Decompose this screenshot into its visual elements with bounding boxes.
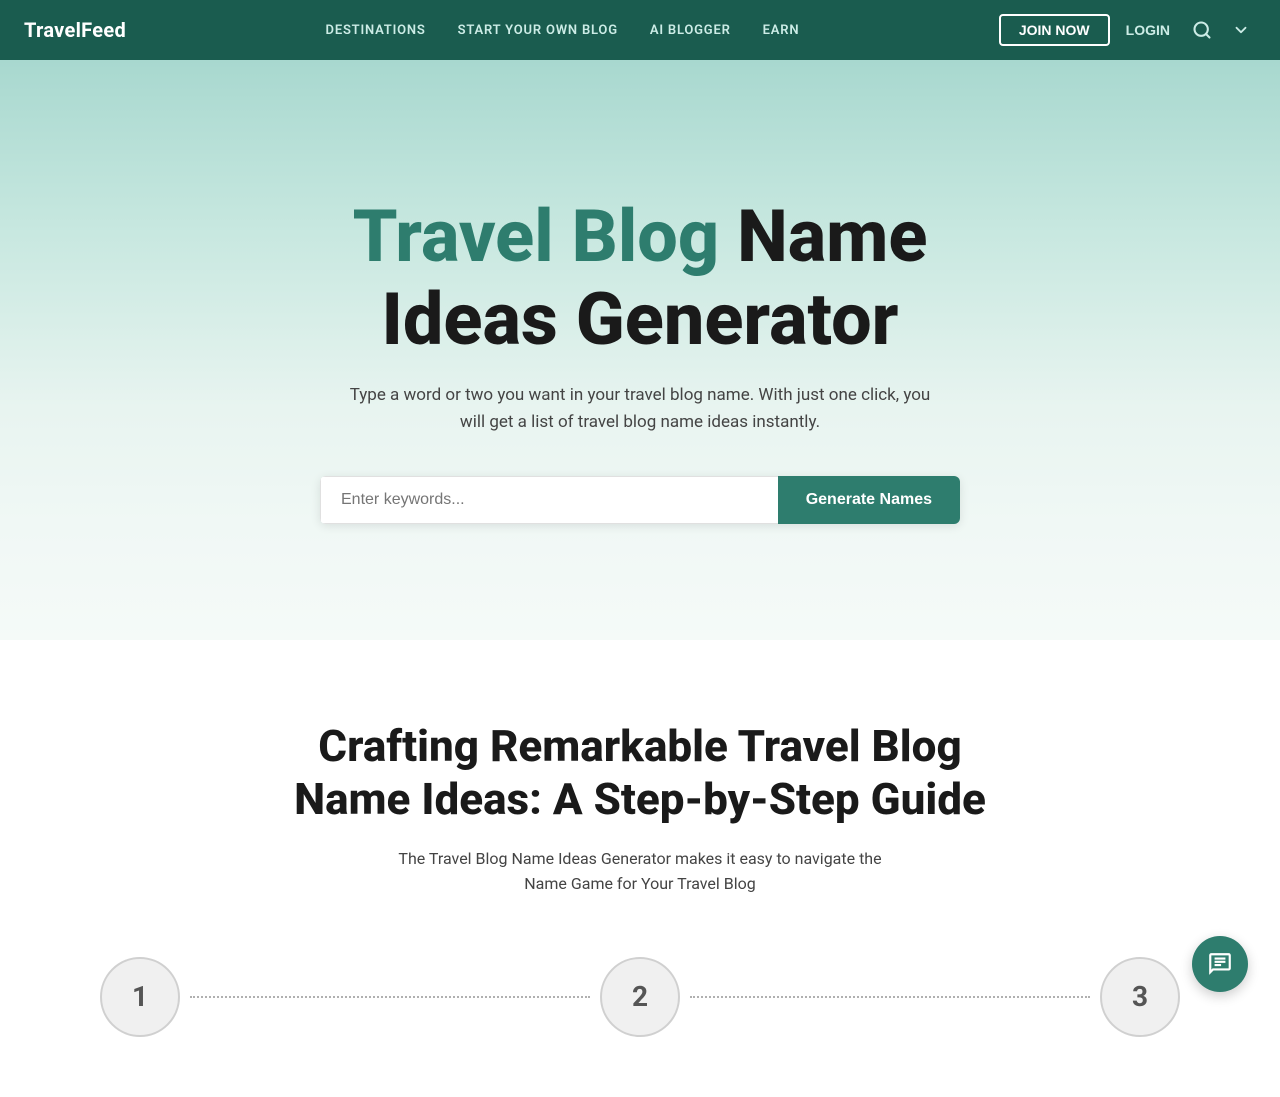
content-section: Crafting Remarkable Travel BlogName Idea… — [0, 640, 1280, 1097]
section-title: Crafting Remarkable Travel BlogName Idea… — [290, 720, 990, 826]
chevron-down-icon — [1232, 21, 1250, 39]
search-container: Generate Names — [320, 476, 960, 524]
step-connector-2 — [690, 996, 1090, 998]
step-connector-1 — [190, 996, 590, 998]
join-now-button[interactable]: JOIN NOW — [999, 14, 1110, 46]
hero-subtitle: Type a word or two you want in your trav… — [340, 382, 940, 436]
hero-title: Travel Blog NameIdeas Generator — [353, 196, 928, 362]
step-3-circle: 3 — [1100, 957, 1180, 1037]
nav-start-blog[interactable]: START YOUR OWN BLOG — [458, 23, 618, 38]
nav-earn[interactable]: EARN — [763, 23, 800, 38]
step-1-number: 1 — [132, 980, 148, 1013]
nav-links: DESTINATIONS START YOUR OWN BLOG AI BLOG… — [326, 23, 800, 38]
navbar: TravelFeed DESTINATIONS START YOUR OWN B… — [0, 0, 1280, 60]
search-input[interactable] — [320, 476, 778, 524]
nav-ai-blogger[interactable]: AI BLOGGER — [650, 23, 731, 38]
search-icon — [1192, 20, 1212, 40]
chat-icon — [1207, 951, 1233, 977]
section-subtitle: The Travel Blog Name Ideas Generator mak… — [340, 846, 940, 897]
step-2-number: 2 — [632, 980, 648, 1013]
steps-row: 1 2 3 — [40, 957, 1240, 1037]
search-button[interactable] — [1186, 14, 1218, 46]
hero-section: Travel Blog NameIdeas Generator Type a w… — [0, 60, 1280, 640]
dropdown-button[interactable] — [1226, 15, 1256, 45]
brand-logo[interactable]: TravelFeed — [24, 18, 126, 42]
step-1-circle: 1 — [100, 957, 180, 1037]
chat-widget[interactable] — [1192, 936, 1248, 992]
login-button[interactable]: LOGIN — [1118, 16, 1178, 44]
navbar-actions: JOIN NOW LOGIN — [999, 14, 1256, 46]
hero-title-teal: Travel Blog — [353, 194, 720, 279]
generate-button[interactable]: Generate Names — [778, 476, 960, 524]
step-2-circle: 2 — [600, 957, 680, 1037]
step-3-number: 3 — [1132, 980, 1148, 1013]
nav-destinations[interactable]: DESTINATIONS — [326, 23, 426, 38]
